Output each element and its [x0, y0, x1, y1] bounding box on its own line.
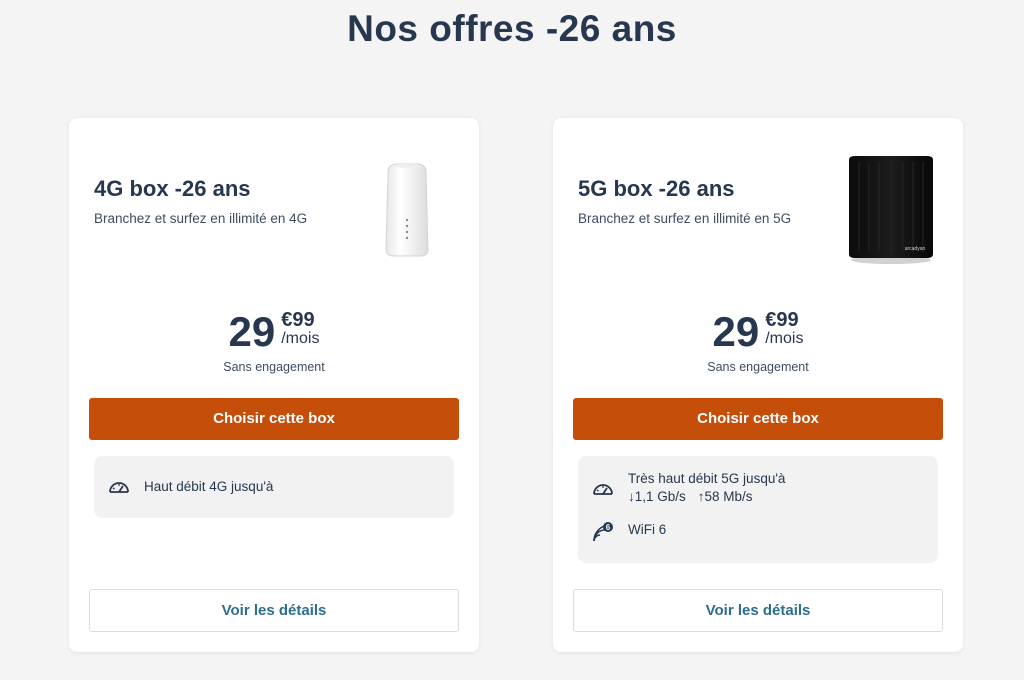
feature-speed: Haut débit 4G jusqu'à	[108, 478, 273, 496]
view-details-button[interactable]: Voir les détails	[573, 589, 943, 632]
download-speed: ↓1,1 Gb/s	[628, 489, 686, 504]
offer-title: 5G box -26 ans	[578, 176, 735, 201]
feature-speed: Très haut débit 5G jusqu'à ↓1,1 Gb/s ↑58…	[592, 470, 785, 506]
offer-description: Branchez et surfez en illimité en 4G	[94, 211, 308, 226]
wifi6-icon: 6	[593, 522, 613, 542]
choose-box-button[interactable]: Choisir cette box	[89, 398, 459, 440]
features-panel: Très haut débit 5G jusqu'à ↓1,1 Gb/s ↑58…	[578, 456, 938, 563]
price-decimal: €99	[281, 309, 315, 331]
offer-description: Branchez et surfez en illimité en 5G	[578, 211, 792, 226]
price-integer: 29	[228, 308, 276, 355]
5g-box-device-image: arcadyan	[849, 156, 933, 264]
feature-text: Haut débit 4G jusqu'à	[144, 479, 274, 494]
commitment-text: Sans engagement	[223, 360, 325, 374]
commitment-text: Sans engagement	[707, 360, 809, 374]
offer-card-5g: 5G box -26 ans Branchez et surfez en ill…	[553, 118, 963, 652]
price: 29 €99 /mois	[553, 310, 963, 354]
feature-wifi6: 6 WiFi 6	[592, 521, 666, 543]
feature-text: Très haut débit 5G jusqu'à	[628, 471, 786, 486]
device-brand-logo: arcadyan	[905, 246, 926, 252]
price-period: /mois	[765, 330, 804, 347]
price-integer: 29	[712, 308, 760, 355]
features-panel: Haut débit 4G jusqu'à	[94, 456, 454, 518]
upload-speed: ↑58 Mb/s	[697, 489, 753, 504]
view-details-button[interactable]: Voir les détails	[89, 589, 459, 632]
speedometer-icon	[109, 482, 129, 493]
offer-card-4g: 4G box -26 ans Branchez et surfez en ill…	[69, 118, 479, 652]
offer-title: 4G box -26 ans	[94, 176, 251, 201]
4g-box-device-image	[385, 163, 429, 257]
speedometer-icon	[593, 484, 613, 495]
choose-box-button[interactable]: Choisir cette box	[573, 398, 943, 440]
price-decimal: €99	[765, 309, 799, 331]
price-period: /mois	[281, 330, 320, 347]
price: 29 €99 /mois	[69, 310, 479, 354]
feature-text: WiFi 6	[628, 522, 667, 537]
page-title: Nos offres -26 ans	[347, 8, 677, 49]
svg-text:6: 6	[606, 523, 611, 532]
